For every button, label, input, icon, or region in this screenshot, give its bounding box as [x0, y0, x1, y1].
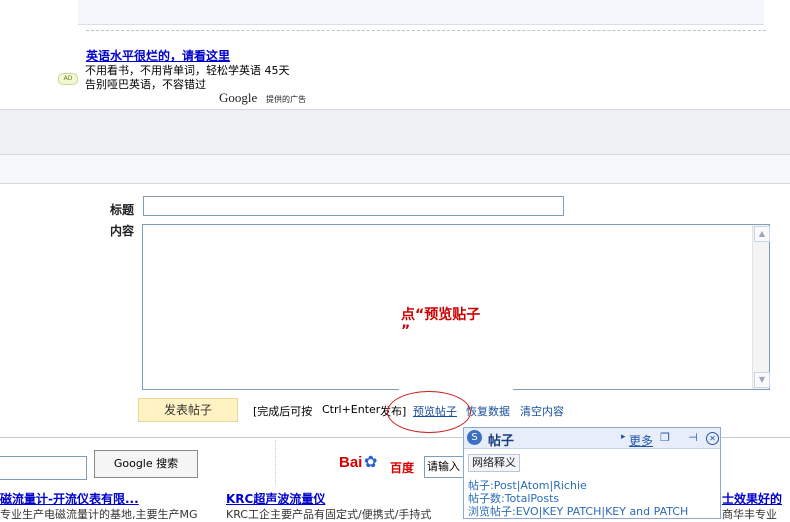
bottom-ad-title[interactable]: 磁流量计-开流仪表有限...	[0, 490, 139, 507]
ad-line-2: 告别哑巴英语，不容错过	[85, 78, 206, 91]
title-input[interactable]	[143, 196, 564, 216]
clear-content-link[interactable]: 清空内容	[520, 403, 564, 419]
ad-badge: AD	[58, 73, 78, 85]
post-button[interactable]: 发表帖子	[138, 398, 238, 422]
bottom-ad-desc: 商华丰专业	[722, 508, 777, 521]
web-definition-tab[interactable]: 网络释义	[468, 454, 520, 472]
textarea-scrollbar[interactable]: ▲ ▼	[752, 225, 770, 389]
restore-data-link[interactable]: 恢复数据	[466, 403, 510, 419]
section-bar	[0, 109, 790, 155]
highlight-circle	[387, 391, 471, 433]
scroll-down-icon[interactable]: ▼	[754, 372, 770, 388]
scroll-up-icon[interactable]: ▲	[754, 226, 770, 242]
google-search-input[interactable]	[0, 456, 87, 480]
google-logo: Google	[219, 90, 258, 105]
annotation-text: 点“预览贴子 ”	[401, 307, 481, 339]
section-header-bar	[0, 154, 790, 184]
copy-icon[interactable]: ❐	[658, 432, 672, 444]
hint-text: [完成后可按	[253, 405, 313, 418]
baidu-logo-cn: 百度	[390, 461, 415, 475]
baidu-logo: Bai	[339, 454, 363, 471]
arrow-right-icon: ▸	[621, 432, 626, 442]
more-link[interactable]: 更多	[629, 432, 653, 449]
bottom-ad-title[interactable]: 士效果好的	[722, 490, 782, 507]
google-search-button[interactable]: Google 搜索	[94, 450, 198, 478]
toolbar-separator	[275, 440, 276, 485]
bottom-ad-desc: 专业生产电磁流量计的基地,主要生产MG	[0, 508, 198, 521]
title-label: 标题	[110, 203, 135, 217]
bottom-ad-desc: KRC工企主要产品有固定式/便携式/手持式	[226, 508, 432, 521]
content-label: 内容	[110, 224, 135, 238]
close-icon[interactable]: ✕	[706, 432, 719, 445]
dictionary-popup: S 帖子 ▸ 更多 ❐ ⊣ ✕ 网络释义 帖子:Post|Atom|Richie…	[463, 427, 721, 519]
baidu-paw-icon: ✿	[364, 452, 378, 471]
dotted-divider	[86, 30, 766, 31]
pin-icon[interactable]: ⊣	[686, 432, 700, 444]
popup-title: 帖子	[488, 434, 515, 449]
popup-header: S 帖子 ▸ 更多 ❐ ⊣ ✕	[464, 428, 720, 449]
bottom-ad-title[interactable]: KRC超声波流量仪	[226, 490, 325, 507]
shortcut-text: Ctrl+Enter	[322, 403, 381, 416]
ads-by-google-label: 提供的广告	[266, 95, 306, 104]
dictionary-logo-icon: S	[467, 430, 482, 445]
previous-post-panel	[78, 0, 764, 25]
